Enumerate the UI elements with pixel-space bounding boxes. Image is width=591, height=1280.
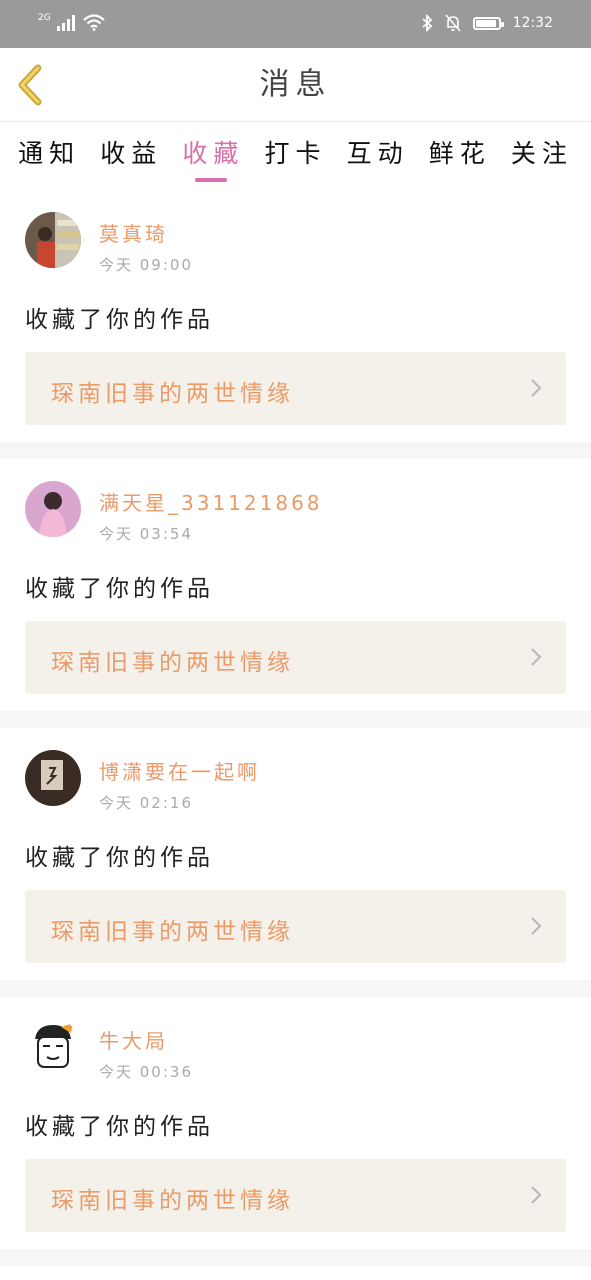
avatar[interactable] bbox=[25, 750, 81, 806]
tab-favorites[interactable]: 收藏 bbox=[182, 122, 244, 188]
message-list: 莫真琦 今天 09:00 收藏了你的作品 琛南旧事的两世情缘 满天星_33112… bbox=[0, 190, 591, 1266]
user-name[interactable]: 牛大局 bbox=[99, 1025, 168, 1054]
tab-label: 互动 bbox=[346, 139, 409, 168]
message-card: 牛大局 今天 00:36 收藏了你的作品 琛南旧事的两世情缘 bbox=[0, 997, 591, 1249]
tab-interaction[interactable]: 互动 bbox=[347, 122, 409, 188]
bluetooth-icon bbox=[422, 14, 432, 32]
divider bbox=[0, 442, 591, 459]
message-time: 今天 09:00 bbox=[99, 256, 193, 274]
tab-label: 打卡 bbox=[264, 139, 327, 168]
avatar-image bbox=[25, 1019, 81, 1075]
tab-label: 关注 bbox=[510, 139, 573, 168]
message-text: 收藏了你的作品 bbox=[25, 576, 214, 602]
battery-icon bbox=[472, 16, 504, 30]
work-title: 琛南旧事的两世情缘 bbox=[51, 1188, 294, 1214]
tab-bar: 通知 收益 收藏 打卡 互动 鲜花 关注 bbox=[0, 122, 591, 188]
tab-label: 通知 bbox=[18, 139, 81, 168]
work-title: 琛南旧事的两世情缘 bbox=[51, 919, 294, 945]
message-text: 收藏了你的作品 bbox=[25, 1114, 214, 1140]
work-link[interactable]: 琛南旧事的两世情缘 bbox=[25, 352, 566, 425]
tab-earnings[interactable]: 收益 bbox=[100, 122, 162, 188]
mute-bell-icon bbox=[445, 14, 461, 32]
tab-following[interactable]: 关注 bbox=[511, 122, 573, 188]
avatar-image bbox=[25, 750, 81, 806]
active-tab-indicator bbox=[195, 178, 228, 182]
user-name[interactable]: 莫真琦 bbox=[99, 218, 168, 247]
message-time: 今天 03:54 bbox=[99, 525, 193, 543]
tab-label: 收益 bbox=[100, 139, 163, 168]
work-link[interactable]: 琛南旧事的两世情缘 bbox=[25, 621, 566, 694]
divider bbox=[0, 1249, 591, 1266]
tab-label: 鲜花 bbox=[428, 139, 491, 168]
tab-notice[interactable]: 通知 bbox=[18, 122, 80, 188]
divider bbox=[0, 980, 591, 997]
chevron-right-icon bbox=[531, 648, 542, 666]
message-text: 收藏了你的作品 bbox=[25, 845, 214, 871]
network-type: 2G bbox=[38, 13, 51, 23]
tab-label: 收藏 bbox=[182, 139, 245, 168]
chevron-right-icon bbox=[531, 1186, 542, 1204]
work-link[interactable]: 琛南旧事的两世情缘 bbox=[25, 890, 566, 963]
top-bar: 消息 bbox=[0, 48, 591, 122]
chevron-right-icon bbox=[531, 917, 542, 935]
chevron-right-icon bbox=[531, 379, 542, 397]
message-card: 满天星_331121868 今天 03:54 收藏了你的作品 琛南旧事的两世情缘 bbox=[0, 459, 591, 711]
message-card: 莫真琦 今天 09:00 收藏了你的作品 琛南旧事的两世情缘 bbox=[0, 190, 591, 442]
avatar[interactable] bbox=[25, 1019, 81, 1075]
tab-checkin[interactable]: 打卡 bbox=[264, 122, 326, 188]
clock: 12:32 bbox=[512, 15, 553, 31]
avatar[interactable] bbox=[25, 481, 81, 537]
work-link[interactable]: 琛南旧事的两世情缘 bbox=[25, 1159, 566, 1232]
message-time: 今天 00:36 bbox=[99, 1063, 193, 1081]
wifi-icon bbox=[82, 14, 105, 31]
user-name[interactable]: 博潇要在一起啊 bbox=[99, 756, 260, 785]
user-name[interactable]: 满天星_331121868 bbox=[99, 487, 323, 516]
divider bbox=[0, 711, 591, 728]
page-title: 消息 bbox=[259, 67, 332, 102]
avatar-image bbox=[25, 481, 81, 537]
status-right: 12:32 bbox=[421, 14, 553, 32]
message-card: 博潇要在一起啊 今天 02:16 收藏了你的作品 琛南旧事的两世情缘 bbox=[0, 728, 591, 980]
message-time: 今天 02:16 bbox=[99, 794, 193, 812]
work-title: 琛南旧事的两世情缘 bbox=[51, 381, 294, 407]
message-text: 收藏了你的作品 bbox=[25, 307, 214, 333]
work-title: 琛南旧事的两世情缘 bbox=[51, 650, 294, 676]
avatar-image bbox=[25, 212, 81, 268]
tab-flowers[interactable]: 鲜花 bbox=[429, 122, 491, 188]
signal-icon bbox=[56, 15, 75, 31]
status-left: 2G bbox=[38, 14, 105, 31]
avatar[interactable] bbox=[25, 212, 81, 268]
status-bar: 2G 12:32 bbox=[0, 0, 591, 48]
